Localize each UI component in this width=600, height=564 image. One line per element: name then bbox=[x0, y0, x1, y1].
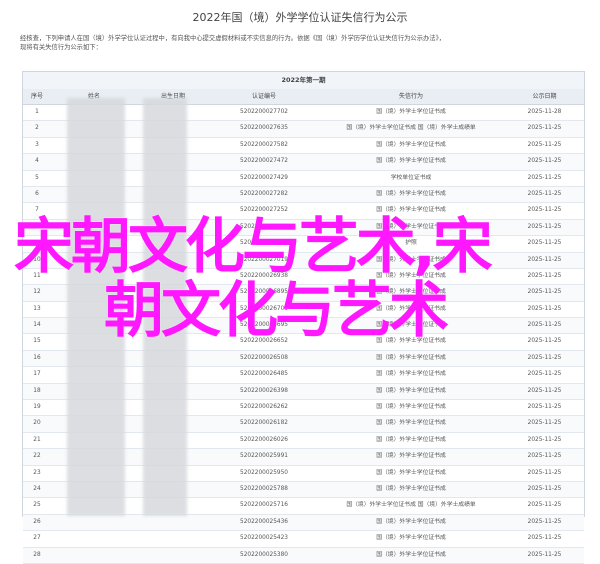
cell-no: 26 bbox=[33, 518, 41, 525]
header-no: 序号 bbox=[30, 93, 43, 100]
cell-name bbox=[51, 531, 137, 546]
cell-cert: 5202200025991 bbox=[240, 453, 288, 460]
cell-published: 2025-11-25 bbox=[527, 174, 562, 181]
cell-item: 国（境）外学士学位证书成 bbox=[376, 387, 446, 394]
cell-published: 2025-11-25 bbox=[527, 387, 562, 394]
cell-no: 18 bbox=[33, 387, 41, 394]
cell-no: 22 bbox=[33, 453, 41, 460]
header-cert: 认证编号 bbox=[251, 93, 276, 100]
cell-cert: 5202200027472 bbox=[240, 158, 288, 165]
header-item: 失信行为 bbox=[398, 93, 423, 100]
cell-published: 2025-11-25 bbox=[527, 158, 562, 165]
cell-no: 20 bbox=[33, 420, 41, 427]
cell-published: 2025-11-25 bbox=[527, 518, 562, 525]
page-title: 2022年国（境）外学学位认证失信行为公示 bbox=[192, 11, 408, 24]
cell-item: 国（境）外学士学位证书成 bbox=[376, 420, 446, 427]
intro-line-1: 经核查，下列申请人在国（境）外学学位认证过程中，有向我中心提交虚假材料或不实信息… bbox=[20, 35, 446, 42]
cell-no: 19 bbox=[33, 404, 41, 411]
cell-no: 15 bbox=[33, 338, 41, 345]
cell-published: 2025-11-25 bbox=[527, 551, 562, 558]
cell-no: 14 bbox=[33, 322, 41, 329]
table-row: 27 5202200025423 国（境）外学士学位证书成 2025-11-25 bbox=[23, 531, 584, 548]
cell-no: 12 bbox=[33, 289, 41, 296]
cell-published: 2025-11-25 bbox=[527, 141, 562, 148]
cell-no: 17 bbox=[33, 371, 41, 378]
cell-item: 国（境）外学士学位证书成 国（境）外学士成绩单 bbox=[346, 125, 476, 132]
cell-published: 2025-11-25 bbox=[527, 354, 562, 361]
cell-cert: 5202200025423 bbox=[240, 535, 288, 542]
cell-cert: 5202200026398 bbox=[240, 387, 288, 394]
cell-cert: 5202200026508 bbox=[240, 354, 288, 361]
cell-no: 2 bbox=[35, 125, 39, 132]
cell-name bbox=[51, 548, 137, 563]
cell-no: 13 bbox=[33, 305, 41, 312]
cell-no: 23 bbox=[33, 469, 41, 476]
cell-no: 28 bbox=[33, 551, 41, 558]
cell-cert: 5202200025950 bbox=[240, 469, 288, 476]
intro-line-2: 现将有关失信行为公示如下： bbox=[20, 44, 102, 51]
cell-item: 国（境）外学士学位证书成 bbox=[376, 371, 446, 378]
cell-name bbox=[51, 515, 137, 530]
cell-published: 2025-11-25 bbox=[527, 502, 562, 509]
cell-published: 2025-11-25 bbox=[527, 404, 562, 411]
cell-item: 国（境）外学士学位证书成 bbox=[376, 453, 446, 460]
cell-published: 2025-11-25 bbox=[527, 420, 562, 427]
header-published: 公示日期 bbox=[532, 93, 557, 100]
cell-no: 27 bbox=[33, 535, 41, 542]
watermark-line-2: 朝文化与艺术 bbox=[104, 276, 449, 346]
cell-no: 16 bbox=[33, 354, 41, 361]
intro-text: 经核查，下列申请人在国（境）外学学位认证过程中，有向我中心提交虚假材料或不实信息… bbox=[20, 34, 580, 52]
cell-published: 2025-11-25 bbox=[527, 469, 562, 476]
cell-birth bbox=[137, 548, 209, 563]
cell-cert: 5202200026026 bbox=[240, 436, 288, 443]
cell-no: 5 bbox=[35, 174, 39, 181]
cell-cert: 5202200025788 bbox=[240, 485, 288, 492]
cell-item: 国（境）外学士学位证书成 bbox=[376, 354, 446, 361]
cell-published: 2025-11-25 bbox=[527, 535, 562, 542]
table-caption: 2022年第一期 bbox=[23, 72, 584, 90]
cell-item: 国（境）外学士学位证书成 bbox=[376, 518, 446, 525]
cell-published: 2025-11-25 bbox=[527, 125, 562, 132]
cell-item: 学校单位证书成 bbox=[390, 174, 432, 181]
cell-published: 2025-11-25 bbox=[527, 453, 562, 460]
cell-item: 国（境）外学士学位证书成 bbox=[376, 469, 446, 476]
cell-no: 4 bbox=[35, 158, 39, 165]
cell-item: 国（境）外学士学位证书成 bbox=[376, 141, 446, 148]
cell-no: 21 bbox=[33, 436, 41, 443]
cell-item: 国（境）外学士学位证书成 bbox=[376, 436, 446, 443]
cell-cert: 5202200025380 bbox=[240, 551, 288, 558]
cell-cert: 5202200027429 bbox=[240, 174, 288, 181]
cell-cert: 5202200025716 bbox=[240, 502, 288, 509]
cell-birth bbox=[137, 515, 209, 530]
cell-item: 国（境）外学士学位证书成 bbox=[376, 404, 446, 411]
cell-no: 24 bbox=[33, 485, 41, 492]
cell-published: 2025-11-25 bbox=[527, 436, 562, 443]
cell-item: 国（境）外学士学位证书成 bbox=[376, 109, 446, 115]
cell-published: 2025-11-25 bbox=[527, 371, 562, 378]
cell-published: 2025-11-28 bbox=[527, 109, 562, 115]
cell-cert: 5202200026182 bbox=[240, 420, 288, 427]
cell-cert: 5202200025436 bbox=[240, 518, 288, 525]
cell-cert: 5202200027635 bbox=[240, 125, 288, 132]
cell-birth bbox=[137, 531, 209, 546]
cell-no: 25 bbox=[33, 502, 41, 509]
cell-cert: 5202200026262 bbox=[240, 404, 288, 411]
cell-no: 1 bbox=[35, 109, 39, 115]
cell-cert: 5202200027582 bbox=[240, 141, 288, 148]
cell-no: 3 bbox=[35, 141, 39, 148]
cell-cert: 5202200027702 bbox=[240, 109, 288, 115]
cell-cert: 5202200026485 bbox=[240, 371, 288, 378]
cell-published: 2025-11-25 bbox=[527, 485, 562, 492]
table-row: 26 5202200025436 国（境）外学士学位证书成 2025-11-25 bbox=[23, 514, 584, 532]
cell-item: 国（境）外学士学位证书成 bbox=[376, 158, 446, 165]
cell-item: 国（境）外学士学位证书成 bbox=[376, 535, 446, 542]
table-row: 28 5202200025380 国（境）外学士学位证书成 2025-11-25 bbox=[23, 547, 584, 564]
cell-item: 国（境）外学士学位证书成 国（境）外学士成绩单 bbox=[346, 502, 476, 509]
cell-item: 国（境）外学士学位证书成 bbox=[376, 485, 446, 492]
cell-item: 国（境）外学士学位证书成 bbox=[376, 551, 446, 558]
